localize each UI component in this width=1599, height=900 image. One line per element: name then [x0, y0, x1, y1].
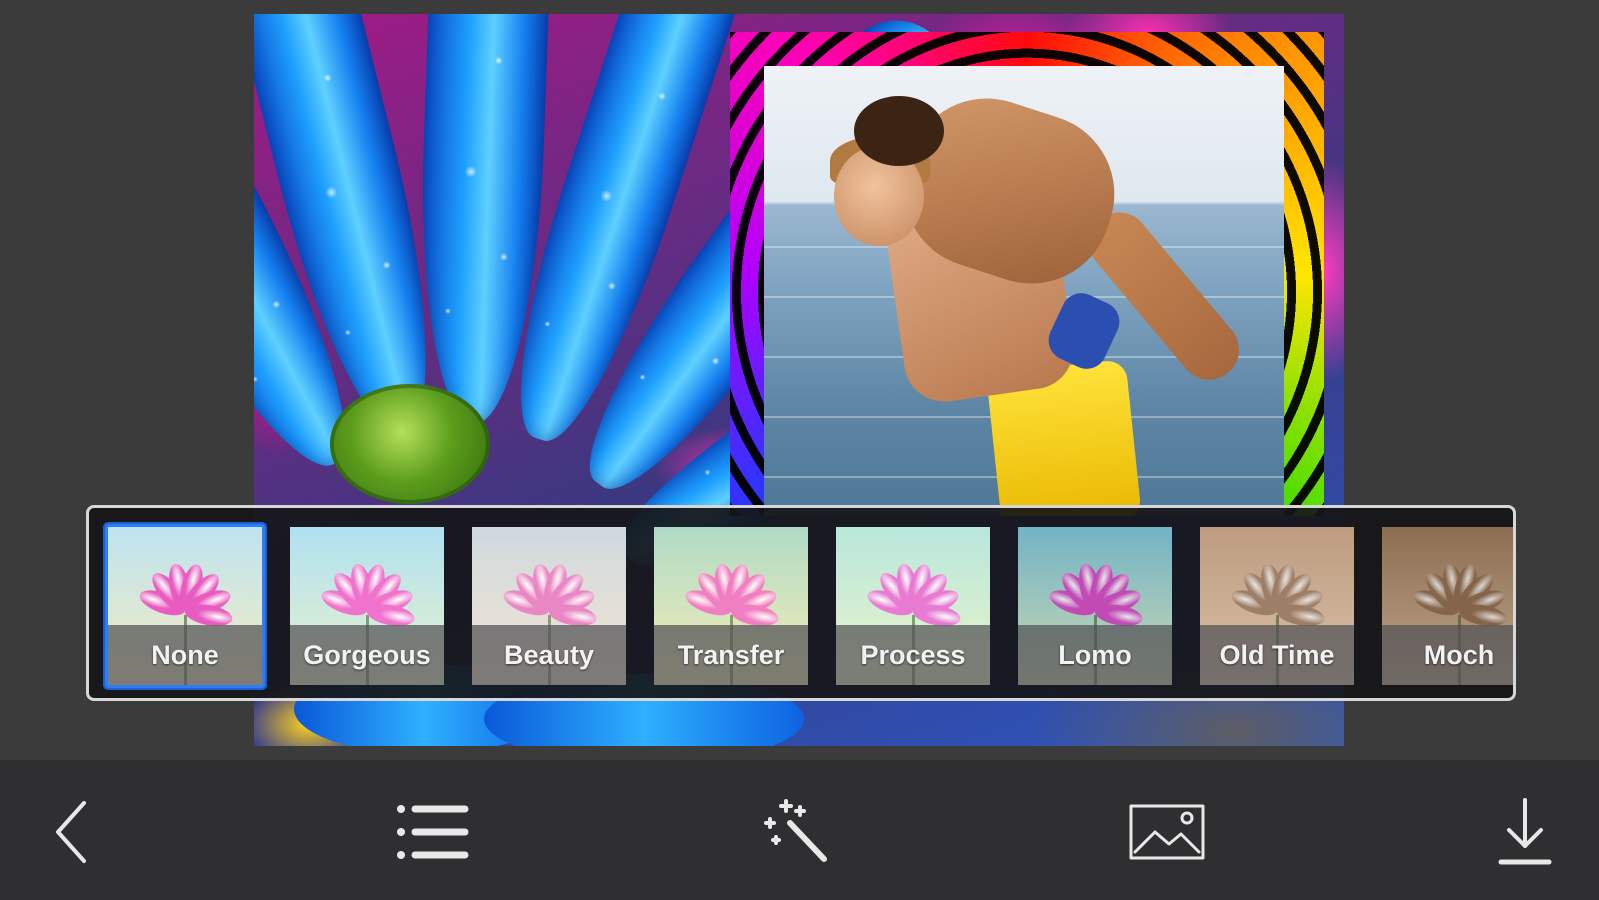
filter-gorgeous[interactable]: Gorgeous — [287, 524, 447, 688]
filter-label: Transfer — [654, 625, 808, 685]
save-button[interactable] — [1480, 792, 1570, 872]
photo-frame[interactable] — [730, 32, 1324, 516]
filter-beauty[interactable]: Beauty — [469, 524, 629, 688]
filter-label: Lomo — [1018, 625, 1172, 685]
filter-label: Old Time — [1200, 625, 1354, 685]
menu-list-button[interactable] — [388, 792, 478, 872]
back-button[interactable] — [28, 792, 118, 872]
list-icon — [397, 805, 469, 859]
filter-moch[interactable]: Moch — [1379, 524, 1513, 688]
download-icon — [1498, 798, 1552, 865]
magic-wand-icon — [764, 799, 827, 862]
image-icon — [1129, 804, 1205, 860]
filter-label: None — [108, 625, 262, 685]
filter-lomo[interactable]: Lomo — [1015, 524, 1175, 688]
filter-old-time[interactable]: Old Time — [1197, 524, 1357, 688]
filter-none[interactable]: None — [105, 524, 265, 688]
filter-label: Moch — [1382, 625, 1513, 685]
filter-transfer[interactable]: Transfer — [651, 524, 811, 688]
filter-label: Gorgeous — [290, 625, 444, 685]
filter-strip[interactable]: None Gorgeous Beauty Transfer Process Lo… — [86, 505, 1516, 701]
user-photo[interactable] — [764, 66, 1284, 516]
effects-button[interactable] — [755, 792, 845, 872]
filter-label: Beauty — [472, 625, 626, 685]
image-button[interactable] — [1122, 792, 1212, 872]
filter-process[interactable]: Process — [833, 524, 993, 688]
bottom-toolbar — [0, 760, 1599, 900]
photo-frame-editor: None Gorgeous Beauty Transfer Process Lo… — [0, 0, 1599, 900]
filter-label: Process — [836, 625, 990, 685]
flower-center — [330, 384, 490, 504]
chevron-left-icon — [56, 801, 86, 863]
filter-track: None Gorgeous Beauty Transfer Process Lo… — [105, 524, 1513, 688]
